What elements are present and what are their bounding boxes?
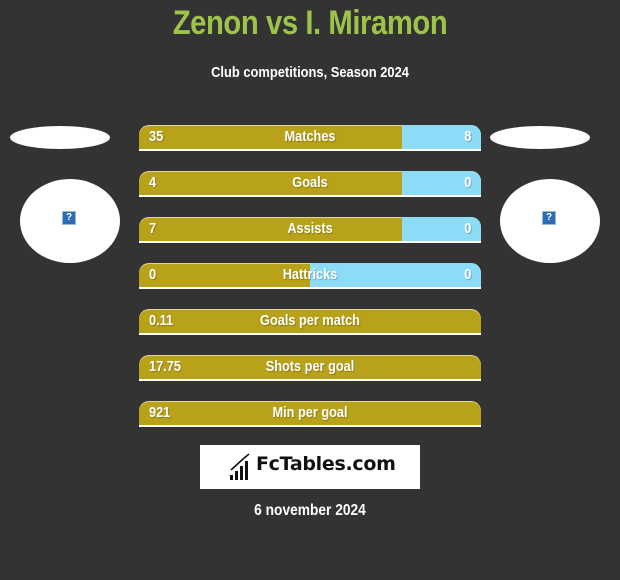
left-value: 0	[149, 266, 157, 283]
stat-row-goals: 4 Goals 0	[139, 171, 481, 197]
missing-image-icon: ?	[62, 211, 76, 225]
missing-image-icon: ?	[542, 211, 556, 225]
right-value: 8	[463, 128, 471, 145]
bar-chart-icon	[230, 453, 250, 480]
stat-row-hattricks: 0 Hattricks 0	[139, 263, 481, 289]
stat-row-matches: 35 Matches 8	[139, 125, 481, 151]
left-player-name-placeholder	[10, 126, 110, 149]
stat-label: Assists	[287, 220, 333, 237]
right-value: 0	[463, 220, 471, 237]
stat-label: Shots per goal	[265, 358, 355, 375]
left-player-avatar: ?	[20, 179, 120, 263]
page-title: Zenon vs I. Miramon	[172, 4, 448, 42]
stat-label: Matches	[284, 128, 336, 145]
right-value: 0	[463, 266, 471, 283]
stat-label: Goals	[292, 174, 328, 191]
left-value: 7	[149, 220, 157, 237]
competition-subtitle: Club competitions, Season 2024	[211, 64, 409, 81]
stat-label: Goals per match	[260, 312, 360, 329]
stat-label: Hattricks	[282, 266, 338, 283]
right-player-avatar: ?	[500, 179, 600, 263]
right-value: 0	[463, 174, 471, 191]
logo-text: FcTables.com	[256, 453, 396, 475]
fctables-logo[interactable]: FcTables.com	[200, 445, 420, 489]
stat-label: Min per goal	[272, 404, 348, 421]
left-value: 35	[149, 128, 164, 145]
stat-row-assists: 7 Assists 0	[139, 217, 481, 243]
left-value: 4	[149, 174, 157, 191]
report-date: 6 november 2024	[254, 502, 366, 519]
stat-row-shots-per-goal: 17.75 Shots per goal	[139, 355, 481, 381]
stat-row-goals-per-match: 0.11 Goals per match	[139, 309, 481, 335]
stat-row-min-per-goal: 921 Min per goal	[139, 401, 481, 427]
right-player-name-placeholder	[490, 126, 590, 149]
